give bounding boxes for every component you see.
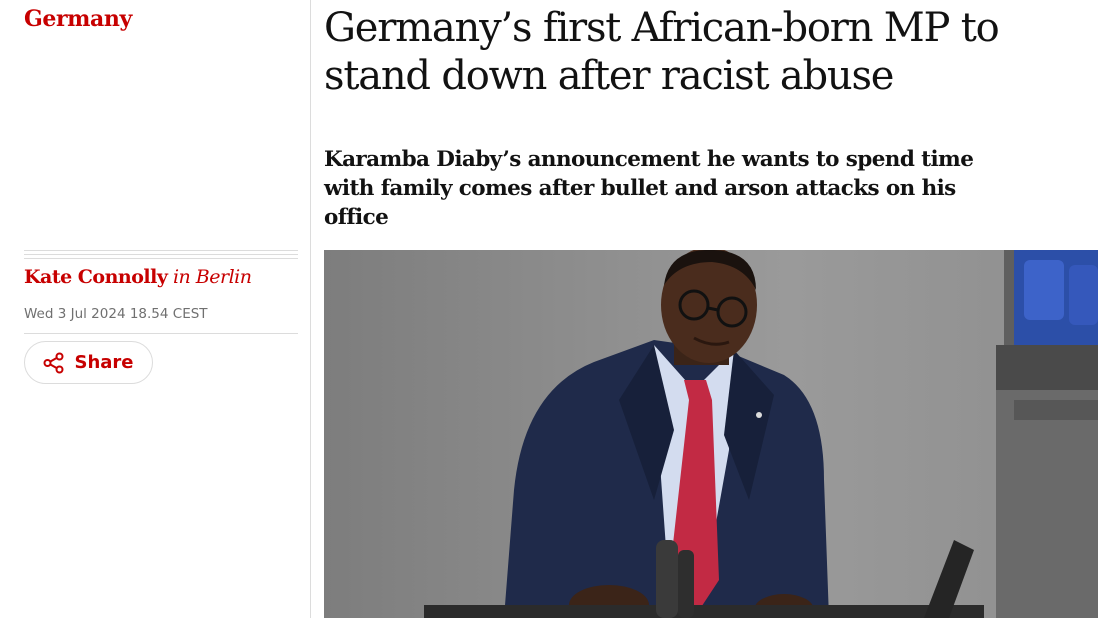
section-link-germany[interactable]: Germany bbox=[24, 6, 132, 32]
publish-date: Wed 3 Jul 2024 18.54 CEST bbox=[24, 306, 208, 322]
share-label: Share bbox=[74, 352, 134, 373]
article-standfirst: Karamba Diaby’s announcement he wants to… bbox=[324, 147, 974, 230]
author-link[interactable]: Kate Connolly bbox=[24, 266, 168, 288]
meta-divider bbox=[24, 333, 298, 334]
share-button[interactable]: Share bbox=[24, 341, 153, 384]
meta-divider-lines bbox=[24, 250, 298, 262]
byline-location: in Berlin bbox=[172, 266, 252, 288]
column-divider bbox=[310, 0, 311, 618]
article-headline: Germany’s first African-born MP to stand… bbox=[324, 5, 1000, 99]
main-media-image bbox=[324, 250, 1098, 618]
article-meta-column: Germany Kate Connolly in Berlin Wed 3 Ju… bbox=[0, 0, 310, 618]
share-icon bbox=[43, 352, 65, 374]
byline: Kate Connolly in Berlin bbox=[24, 266, 252, 288]
